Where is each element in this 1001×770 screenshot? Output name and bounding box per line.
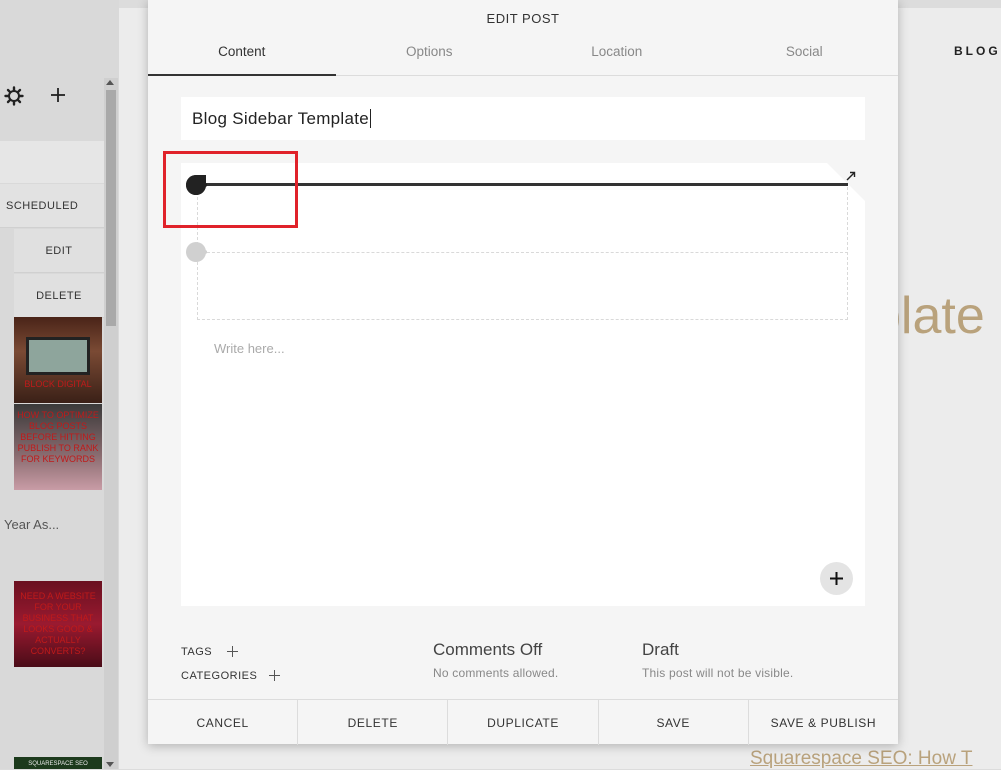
save-button[interactable]: SAVE	[599, 700, 749, 745]
tags-label: TAGS	[181, 646, 213, 658]
add-block-icon	[830, 572, 843, 585]
cancel-button[interactable]: CANCEL	[148, 700, 299, 745]
dialog-title: EDIT POST	[486, 11, 560, 26]
add-category-plus-icon[interactable]	[269, 670, 280, 681]
post-thumbnail[interactable]: BLOCK DIGITAL	[14, 317, 102, 403]
gear-icon[interactable]	[4, 86, 24, 106]
post-status-title[interactable]: Draft	[642, 640, 679, 660]
dialog-footer: CANCEL DELETE DUPLICATE SAVE SAVE & PUBL…	[148, 699, 898, 745]
thumbnail-text: NEED A WEBSITE FOR YOUR BUSINESS THAT LO…	[20, 591, 96, 656]
delete-button[interactable]: DELETE	[14, 274, 104, 318]
post-title-value: Blog Sidebar Template	[192, 108, 370, 128]
status-scheduled[interactable]: SCHEDULED	[0, 184, 104, 228]
post-title-input[interactable]: Blog Sidebar Template	[181, 97, 865, 140]
thumbnail-text: SQUARESPACE SEO	[28, 761, 88, 767]
post-thumbnail[interactable]: NEED A WEBSITE FOR YOUR BUSINESS THAT LO…	[14, 581, 102, 667]
thumbnail-text: HOW TO OPTIMIZE BLOG POSTS BEFORE HITTIN…	[17, 410, 99, 464]
post-status-subtitle: This post will not be visible.	[642, 666, 794, 680]
duplicate-button[interactable]: DUPLICATE	[448, 700, 599, 745]
thumbnail-image	[26, 337, 90, 375]
block-divider	[197, 252, 848, 253]
left-panel: SCHEDULED EDIT DELETE BLOCK DIGITAL HOW …	[0, 0, 119, 769]
plus-icon[interactable]	[49, 86, 67, 104]
save-publish-button[interactable]: SAVE & PUBLISH	[749, 700, 898, 745]
tab-options[interactable]: Options	[336, 38, 524, 75]
content-editor[interactable]: Write here...	[181, 163, 865, 606]
categories-label: CATEGORIES	[181, 670, 258, 682]
tab-content[interactable]: Content	[148, 38, 336, 76]
block-handle-icon[interactable]	[185, 241, 207, 263]
add-block-button[interactable]	[820, 562, 853, 595]
text-caret	[370, 109, 372, 128]
post-thumbnail[interactable]: HOW TO OPTIMIZE BLOG POSTS BEFORE HITTIN…	[14, 404, 102, 490]
post-thumbnail[interactable]: SQUARESPACE SEO	[14, 757, 102, 769]
delete-post-button[interactable]: DELETE	[298, 700, 449, 745]
edit-button[interactable]: EDIT	[14, 229, 104, 273]
nav-link-blog[interactable]: BLOG	[954, 44, 1001, 58]
post-title-fragment[interactable]: Squarespace SEO: How T	[750, 748, 972, 770]
scrollbar-thumb[interactable]	[106, 90, 116, 326]
expand-icon[interactable]	[846, 171, 856, 181]
editor-placeholder[interactable]: Write here...	[214, 341, 285, 356]
highlight-box	[163, 151, 298, 228]
edit-post-dialog: EDIT POST Content Options Location Socia…	[148, 0, 898, 745]
comments-status-subtitle: No comments allowed.	[433, 666, 559, 680]
tab-social[interactable]: Social	[711, 38, 899, 75]
scroll-down-arrow-icon[interactable]	[106, 762, 114, 767]
comments-status-title[interactable]: Comments Off	[433, 640, 542, 660]
tab-location[interactable]: Location	[523, 38, 711, 75]
post-caption: Year As...	[4, 517, 60, 532]
scroll-up-arrow-icon[interactable]	[106, 80, 114, 85]
add-tag-plus-icon[interactable]	[227, 646, 238, 657]
search-field[interactable]	[0, 141, 104, 183]
thumbnail-text: BLOCK DIGITAL	[24, 379, 92, 389]
dialog-tabs: Content Options Location Social	[148, 38, 898, 76]
